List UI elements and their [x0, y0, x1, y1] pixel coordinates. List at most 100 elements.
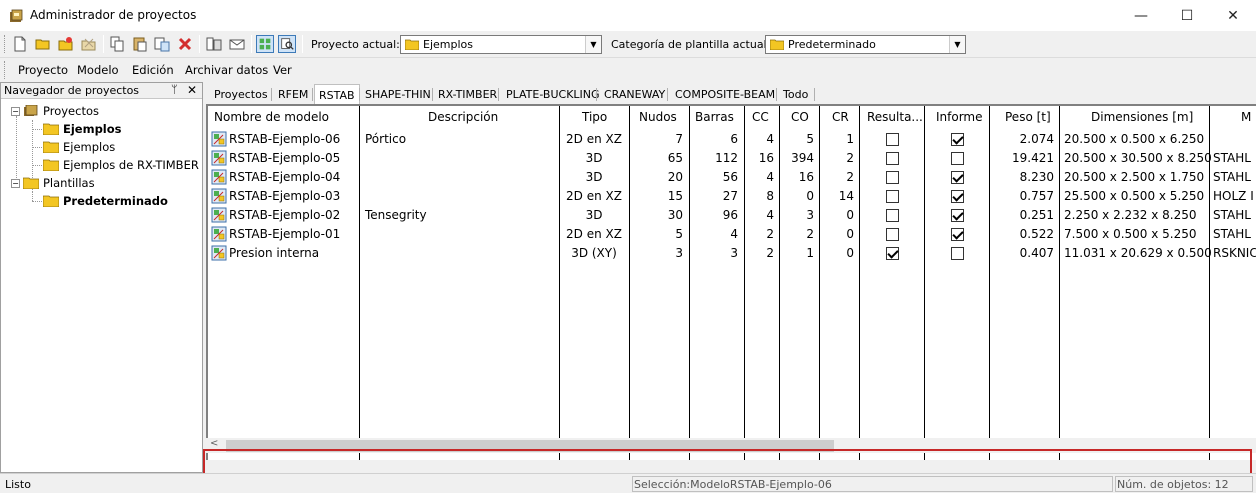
tab-rfem[interactable]: RFEM — [274, 84, 312, 104]
tree-node-proyectos[interactable]: − Proyectos — [11, 102, 99, 120]
status-object-count: Núm. de objetos: 12 — [1117, 478, 1229, 491]
col-header-name[interactable]: Nombre de modelo — [214, 110, 329, 124]
folder-icon — [23, 177, 39, 189]
cc-cell: 4 — [766, 170, 774, 184]
results-checkbox[interactable] — [886, 209, 899, 222]
details-view-icon[interactable] — [256, 35, 274, 53]
projects-root-icon — [24, 105, 38, 116]
archive-icon[interactable] — [80, 35, 98, 53]
col-header-cc[interactable]: CC — [752, 110, 769, 124]
properties-icon[interactable] — [205, 35, 223, 53]
col-header-type[interactable]: Tipo — [582, 110, 607, 124]
tab-shape-thin[interactable]: SHAPE-THIN — [361, 84, 435, 104]
rstab-model-icon[interactable] — [211, 245, 227, 261]
rstab-model-icon[interactable] — [211, 150, 227, 166]
tree-node-predeterminado[interactable]: Predeterminado — [43, 192, 168, 210]
weight-cell: 0.251 — [1019, 208, 1054, 222]
tree-label: Proyectos — [43, 104, 99, 118]
tab-proyectos[interactable]: Proyectos — [210, 84, 272, 104]
rstab-model-icon[interactable] — [211, 207, 227, 223]
nodes-cell: 5 — [675, 227, 683, 241]
report-checkbox[interactable] — [951, 228, 964, 241]
report-checkbox[interactable] — [951, 190, 964, 203]
preview-icon[interactable] — [278, 35, 296, 53]
menu-archivar-datos[interactable]: Archivar datos — [185, 63, 268, 77]
navigator-close-icon[interactable]: ✕ — [187, 83, 197, 97]
scroll-left-icon[interactable]: < — [210, 438, 218, 449]
tree-node-ejemplos[interactable]: Ejemplos — [43, 138, 115, 156]
col-header-dimensions[interactable]: Dimensiones [m] — [1091, 110, 1193, 124]
report-checkbox[interactable] — [951, 133, 964, 146]
col-header-description[interactable]: Descripción — [428, 110, 498, 124]
menu-ver[interactable]: Ver — [273, 63, 292, 77]
close-button[interactable]: ✕ — [1210, 0, 1256, 31]
report-checkbox[interactable] — [951, 171, 964, 184]
rstab-model-icon[interactable] — [211, 226, 227, 242]
open-folder-icon[interactable] — [34, 35, 52, 53]
results-checkbox[interactable] — [886, 228, 899, 241]
tab-plate-buckling[interactable]: PLATE-BUCKLING — [502, 84, 604, 104]
report-checkbox[interactable] — [951, 152, 964, 165]
duplicate-icon[interactable] — [153, 35, 171, 53]
main-toolbar: Proyecto actual: Ejemplos ▼ Categoría de… — [0, 31, 1256, 57]
tab-composite-beam[interactable]: COMPOSITE-BEAM — [671, 84, 779, 104]
models-table: Nombre de modelo Descripción Tipo Nudos … — [206, 104, 1256, 460]
results-checkbox[interactable] — [886, 171, 899, 184]
rstab-model-icon[interactable] — [211, 169, 227, 185]
model-name-cell: RSTAB-Ejemplo-06 — [229, 132, 341, 146]
status-bar: Listo Selección:ModeloRSTAB-Ejemplo-06 N… — [0, 473, 1256, 493]
tree-node-ejemplos-rx-timber[interactable]: Ejemplos de RX-TIMBER — [43, 156, 199, 174]
col-header-nodes[interactable]: Nudos — [639, 110, 677, 124]
tree-node-plantillas[interactable]: − Plantillas — [11, 174, 95, 192]
dropdown-arrow-icon[interactable]: ▼ — [585, 36, 601, 53]
tab-todo[interactable]: Todo — [779, 84, 812, 104]
col-header-bars[interactable]: Barras — [695, 110, 734, 124]
col-header-report[interactable]: Informe — [936, 110, 983, 124]
minimize-icon: — — [1134, 7, 1148, 24]
menu-edicion[interactable]: Edición — [132, 63, 174, 77]
col-header-weight[interactable]: Peso [t] — [1005, 110, 1051, 124]
pin-icon[interactable]: ᛘ — [171, 83, 178, 96]
new-file-icon[interactable] — [11, 35, 29, 53]
rstab-model-icon[interactable] — [211, 131, 227, 147]
menu-modelo[interactable]: Modelo — [77, 63, 119, 77]
collapse-icon[interactable]: − — [11, 106, 20, 116]
current-project-select[interactable]: Ejemplos ▼ — [400, 35, 602, 54]
report-checkbox[interactable] — [951, 209, 964, 222]
tree-node-ejemplos-active[interactable]: Ejemplos — [43, 120, 122, 138]
col-header-co[interactable]: CO — [791, 110, 809, 124]
results-checkbox[interactable] — [886, 152, 899, 165]
copy-icon[interactable] — [108, 35, 126, 53]
tree-label: Predeterminado — [63, 194, 168, 208]
new-project-icon[interactable] — [57, 35, 75, 53]
tab-rstab[interactable]: RSTAB — [314, 84, 360, 104]
menu-proyecto[interactable]: Proyecto — [18, 63, 68, 77]
template-category-label: Categoría de plantilla actual — [611, 38, 767, 51]
minimize-button[interactable]: — — [1118, 0, 1164, 31]
collapse-icon[interactable]: − — [11, 178, 20, 188]
type-cell: 2D en XZ — [566, 227, 622, 241]
rstab-model-icon[interactable] — [211, 188, 227, 204]
tab-craneway[interactable]: CRANEWAY — [600, 84, 669, 104]
delete-icon[interactable] — [176, 35, 194, 53]
col-header-material[interactable]: M — [1241, 110, 1251, 124]
material-cell: HOLZ I — [1213, 189, 1254, 203]
col-header-cr[interactable]: CR — [832, 110, 849, 124]
results-checkbox[interactable] — [886, 190, 899, 203]
tab-rx-timber[interactable]: RX-TIMBER — [434, 84, 501, 104]
toolbar-grip[interactable] — [4, 35, 7, 53]
folder-icon — [43, 195, 59, 207]
col-header-results[interactable]: Resulta... — [867, 110, 923, 124]
dimensions-cell: 7.500 x 0.500 x 5.250 — [1064, 227, 1197, 241]
paste-icon[interactable] — [131, 35, 149, 53]
dropdown-arrow-icon[interactable]: ▼ — [949, 36, 965, 53]
mail-icon[interactable] — [228, 35, 246, 53]
results-checkbox[interactable] — [886, 133, 899, 146]
menu-grip[interactable] — [4, 61, 7, 79]
template-category-value: Predeterminado — [788, 38, 876, 51]
maximize-button[interactable]: ☐ — [1164, 0, 1210, 31]
results-checkbox[interactable] — [886, 247, 899, 260]
report-checkbox[interactable] — [951, 247, 964, 260]
material-cell: STAHL — [1213, 151, 1251, 165]
template-category-select[interactable]: Predeterminado ▼ — [765, 35, 966, 54]
